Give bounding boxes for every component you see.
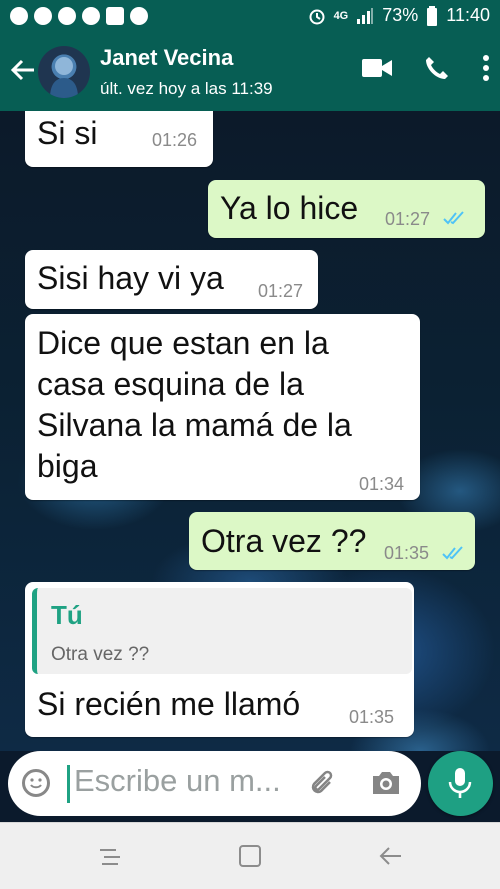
message-bubble-outgoing[interactable]: Otra vez ?? 01:35 (189, 512, 475, 570)
message-line: casa esquina de la (37, 366, 304, 402)
phone-icon[interactable] (424, 55, 450, 81)
emoji-icon[interactable] (22, 769, 50, 797)
alarm-icon (309, 9, 325, 24)
message-time: 01:26 (152, 130, 198, 150)
nav-recent-icon[interactable] (97, 843, 123, 869)
camera-icon[interactable] (370, 769, 402, 797)
message-line: biga (37, 448, 98, 484)
chat-header: Janet Vecina últ. vez hoy a las 11:39 (0, 33, 500, 111)
quoted-author: Tú (51, 600, 83, 630)
message-bubble-incoming[interactable]: Si si 01:26 (25, 111, 213, 167)
message-bubble-incoming[interactable]: Dice que estan en la casa esquina de la … (25, 314, 420, 500)
message-bubble-incoming[interactable]: Tú Otra vez ?? Si recién me llamó 01:35 (25, 582, 414, 737)
message-time: 01:35 (384, 543, 430, 563)
network-type: 4G (333, 9, 349, 22)
message-input-bar: Escribe un m... (8, 751, 421, 816)
attach-icon[interactable] (308, 769, 338, 799)
message-time: 01:27 (385, 209, 431, 229)
message-line: Dice que estan en la (37, 325, 329, 361)
message-bubble-incoming[interactable]: Sisi hay vi ya 01:27 (25, 250, 318, 309)
read-receipt-icon (443, 211, 464, 225)
message-text: Si recién me llamó (37, 686, 301, 722)
chrome-notification-icon (58, 7, 76, 25)
text-cursor (67, 765, 70, 803)
battery-icon (427, 5, 438, 26)
message-input[interactable]: Escribe un m... (74, 763, 281, 799)
sync-notification-icon (130, 7, 148, 25)
read-receipt-icon (442, 546, 463, 560)
message-text: Si si (37, 115, 98, 151)
clock: 11:40 (446, 5, 490, 25)
video-call-icon[interactable] (362, 57, 392, 79)
avatar-image (50, 57, 78, 98)
back-arrow-icon[interactable] (8, 55, 38, 85)
battery-percent: 73% (382, 5, 419, 25)
message-text: Dice que estan en la casa esquina de la … (37, 323, 352, 487)
more-options-icon[interactable] (482, 55, 490, 81)
message-bubble-outgoing[interactable]: Ya lo hice 01:27 (208, 180, 485, 238)
message-text: Sisi hay vi ya (37, 260, 224, 296)
notification-icons (10, 7, 148, 25)
nav-home-icon[interactable] (237, 843, 263, 869)
facebook-notification-icon (10, 7, 28, 25)
message-time: 01:35 (349, 707, 395, 727)
quoted-message[interactable]: Tú Otra vez ?? (32, 588, 412, 674)
chat-area[interactable]: Si si 01:26 Ya lo hice 01:27 Sisi hay vi… (0, 111, 500, 751)
mic-icon (448, 768, 472, 798)
contact-name[interactable]: Janet Vecina (100, 45, 233, 71)
message-time: 01:27 (258, 281, 304, 301)
message-text: Otra vez ?? (201, 523, 367, 559)
chrome-notification-icon (82, 7, 100, 25)
mic-button[interactable] (428, 751, 493, 816)
gallery-notification-icon (106, 7, 124, 25)
quoted-text: Otra vez ?? (51, 644, 150, 665)
last-seen-status: últ. vez hoy a las 11:39 (100, 79, 273, 98)
avatar[interactable] (38, 46, 90, 98)
nav-back-icon[interactable] (377, 843, 403, 869)
message-text: Ya lo hice (220, 190, 359, 226)
message-line: Silvana la mamá de la (37, 407, 352, 443)
system-navigation-bar (0, 822, 500, 889)
status-bar: 4G 73% 11:40 (0, 0, 500, 33)
signal-icon (357, 7, 374, 24)
facebook-notification-icon (34, 7, 52, 25)
message-time: 01:34 (359, 474, 405, 494)
